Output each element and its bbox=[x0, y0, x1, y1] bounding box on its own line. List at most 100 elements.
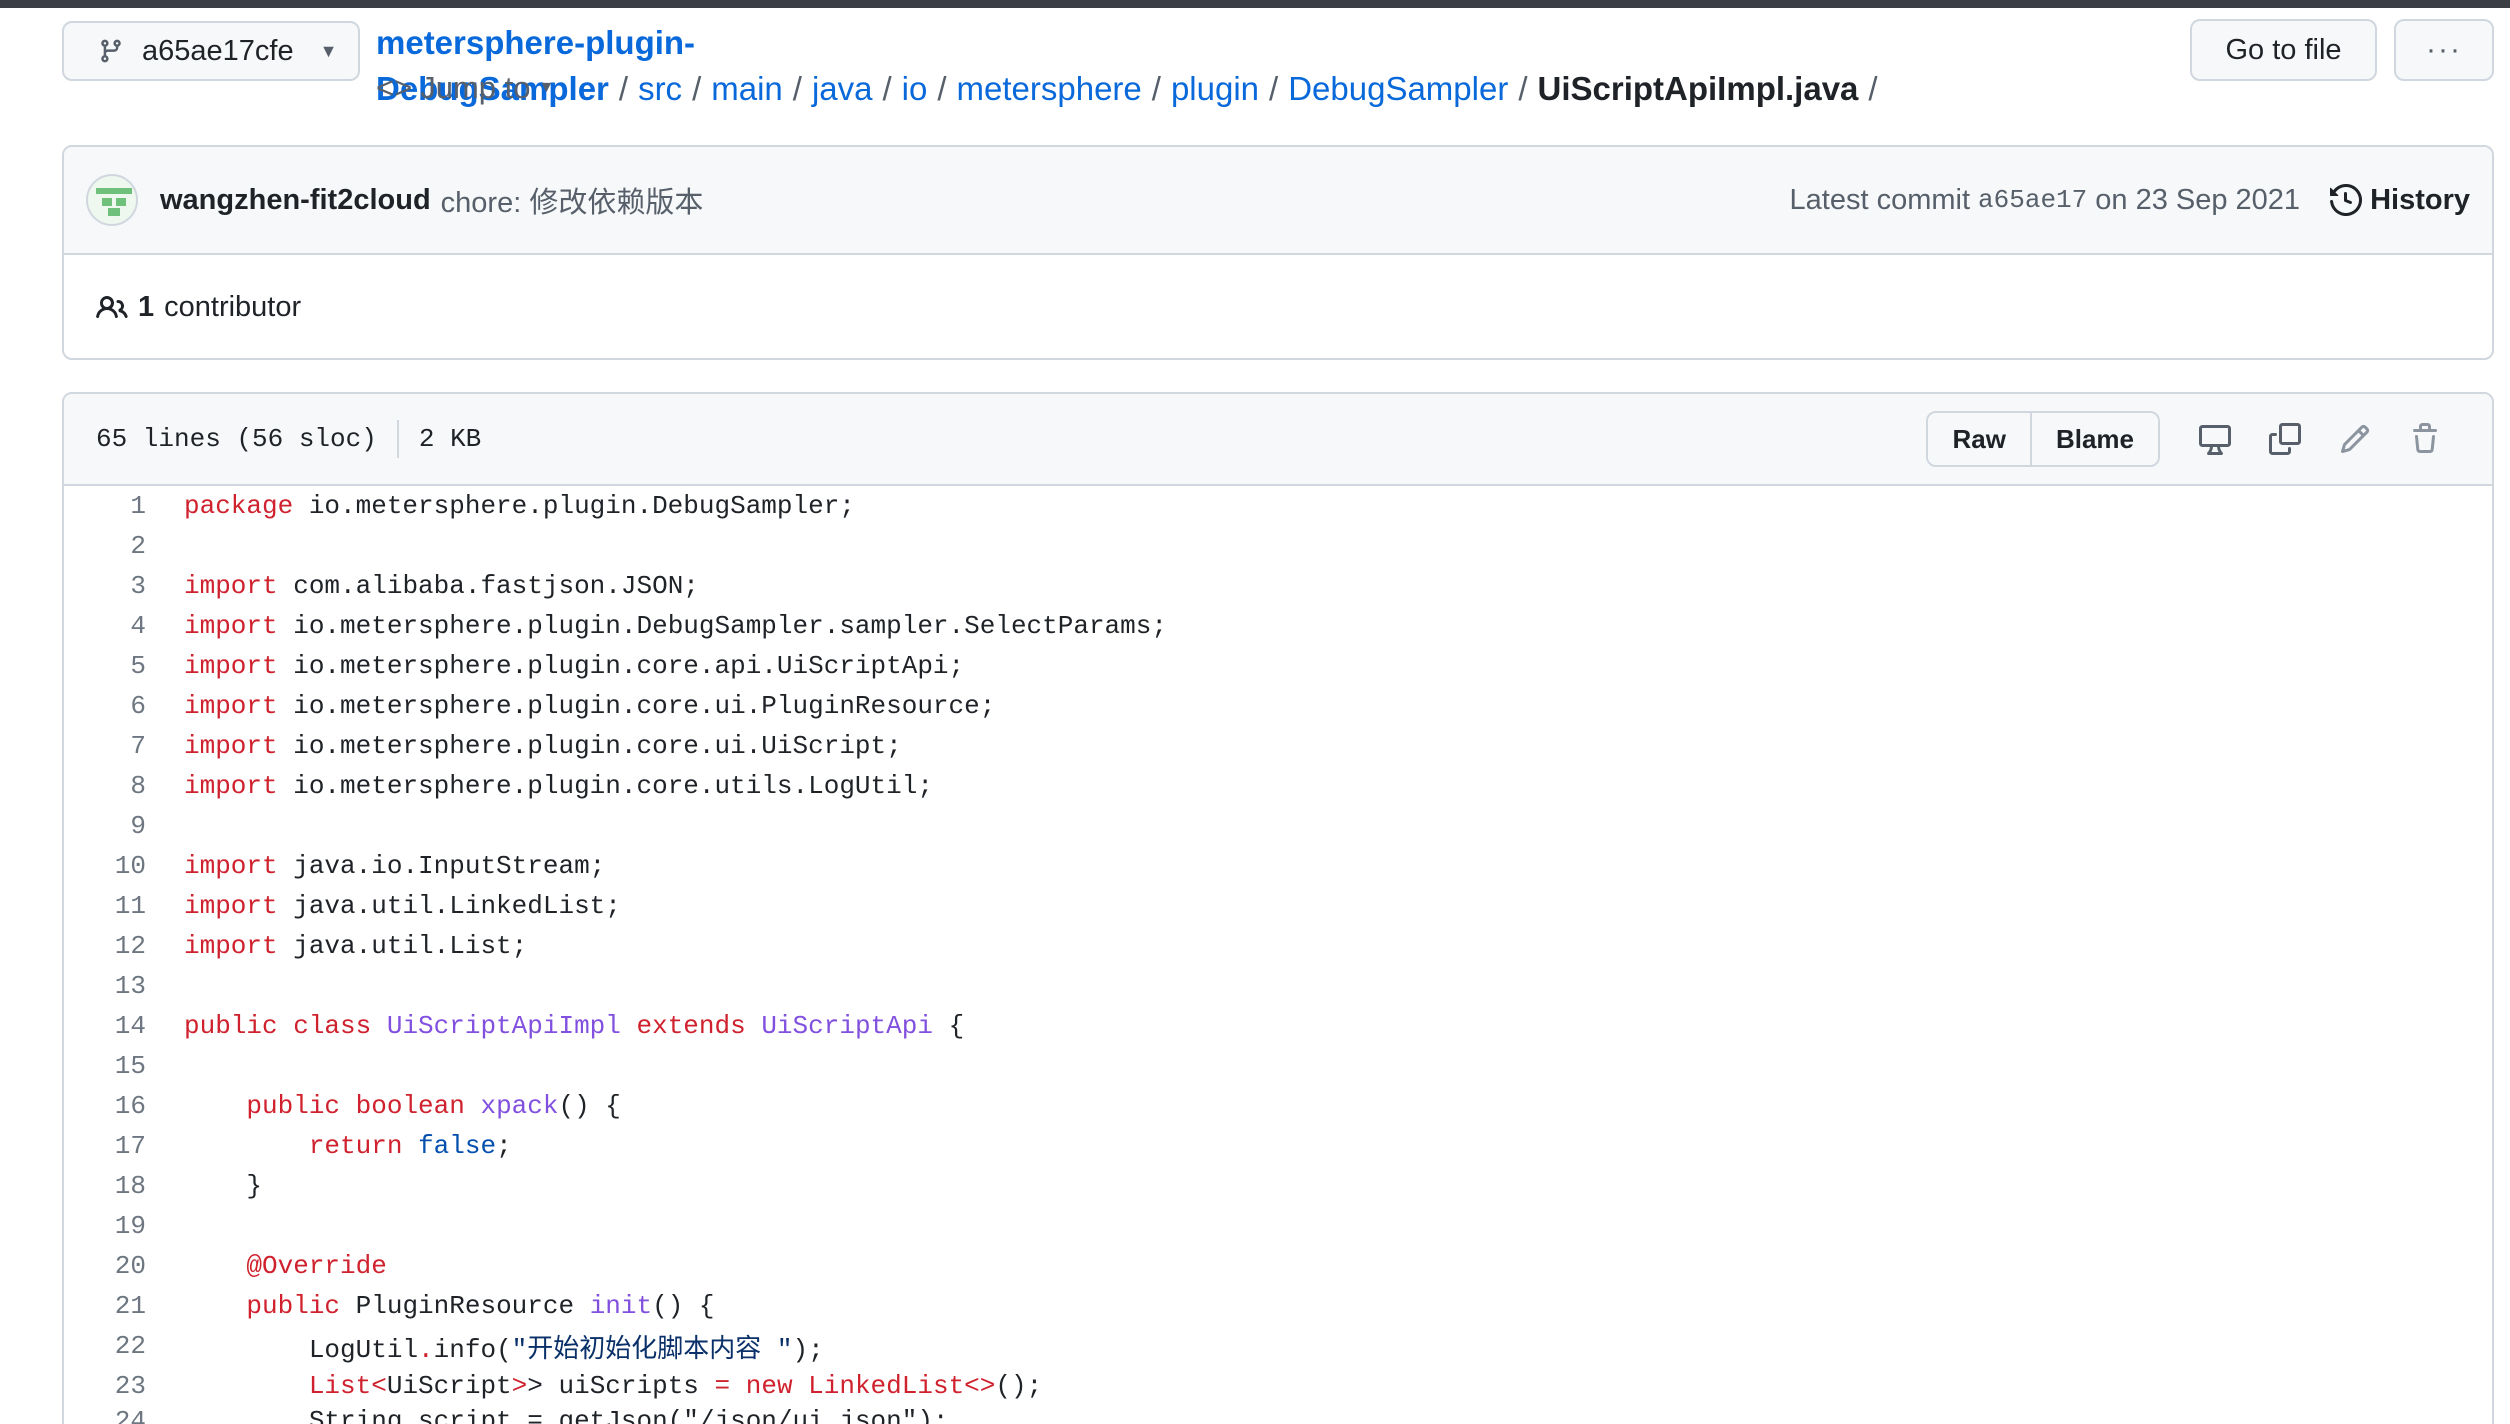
breadcrumb-separator: / bbox=[692, 70, 702, 107]
copy-button[interactable] bbox=[2250, 411, 2320, 467]
contributors-row[interactable]: 1 contributor bbox=[64, 255, 2492, 358]
code-view[interactable]: 1 package io.metersphere.plugin.DebugSamp… bbox=[64, 486, 2492, 1424]
jump-to-dropdown[interactable]: <> Jump to ▼ bbox=[376, 70, 554, 106]
breadcrumb-link-io[interactable]: io bbox=[902, 70, 928, 107]
code-line: 23 List<UiScript>> uiScripts = new Linke… bbox=[64, 1366, 2492, 1406]
desktop-open-button[interactable] bbox=[2180, 411, 2250, 467]
line-number[interactable]: 18 bbox=[64, 1171, 146, 1201]
latest-commit-label: Latest commit bbox=[1789, 183, 1971, 216]
line-number[interactable]: 7 bbox=[64, 731, 146, 761]
more-options-button[interactable]: ··· bbox=[2394, 19, 2494, 81]
code-content: @Override bbox=[246, 1251, 387, 1281]
line-number[interactable]: 13 bbox=[64, 971, 146, 1001]
line-number[interactable]: 4 bbox=[64, 611, 146, 641]
code-content: import java.io.InputStream; bbox=[184, 851, 606, 881]
code-line: 3 import com.alibaba.fastjson.JSON; bbox=[64, 566, 2492, 606]
avatar[interactable] bbox=[86, 174, 138, 226]
delete-button[interactable] bbox=[2390, 411, 2460, 467]
commit-meta: Latest commit a65ae17 on 23 Sep 2021 His… bbox=[1790, 184, 2470, 217]
line-number[interactable]: 15 bbox=[64, 1051, 146, 1081]
code-content: import java.util.List; bbox=[184, 931, 528, 961]
line-number[interactable]: 16 bbox=[64, 1091, 146, 1121]
code-content: } bbox=[246, 1171, 263, 1201]
code-content: List<UiScript>> uiScripts = new LinkedLi… bbox=[308, 1371, 1043, 1401]
line-number[interactable]: 20 bbox=[64, 1251, 146, 1281]
chevron-down-icon: ▼ bbox=[538, 79, 555, 96]
edit-button[interactable] bbox=[2320, 411, 2390, 467]
go-to-file-button[interactable]: Go to file bbox=[2190, 19, 2377, 81]
line-number[interactable]: 3 bbox=[64, 571, 146, 601]
contributor-count: 1 bbox=[138, 291, 155, 323]
breadcrumb-separator: / bbox=[792, 70, 802, 107]
code-line: 15 bbox=[64, 1046, 2492, 1086]
line-number[interactable]: 5 bbox=[64, 651, 146, 681]
jump-to-label: Jump to bbox=[420, 70, 531, 105]
code-content: public boolean xpack() { bbox=[246, 1091, 621, 1121]
code-content: import io.metersphere.plugin.core.ui.UiS… bbox=[184, 731, 902, 761]
branch-selector-button[interactable]: a65ae17cfe ▼ bbox=[62, 21, 360, 81]
line-number[interactable]: 11 bbox=[64, 891, 146, 921]
people-icon bbox=[96, 295, 128, 318]
line-number[interactable]: 22 bbox=[64, 1331, 146, 1361]
code-line: 10 import java.io.InputStream; bbox=[64, 846, 2492, 886]
code-content: String script = getJson("/json/ui.json")… bbox=[308, 1406, 949, 1424]
breadcrumb-separator: / bbox=[882, 70, 892, 107]
history-icon bbox=[2330, 184, 2363, 216]
file-size: 2 KB bbox=[418, 424, 482, 454]
file-view: 65 lines (56 sloc) 2 KB Raw Blame 1 packa… bbox=[62, 392, 2494, 1424]
header-divider bbox=[396, 420, 399, 458]
code-content: import io.metersphere.plugin.core.api.Ui… bbox=[184, 651, 965, 681]
line-number[interactable]: 14 bbox=[64, 1011, 146, 1041]
commit-date: on 23 Sep 2021 bbox=[2095, 183, 2301, 216]
breadcrumb-link-main[interactable]: main bbox=[711, 70, 783, 107]
line-number[interactable]: 23 bbox=[64, 1371, 146, 1401]
line-number[interactable]: 10 bbox=[64, 851, 146, 881]
code-content: public class UiScriptApiImpl extends UiS… bbox=[184, 1011, 965, 1041]
pencil-icon bbox=[2340, 424, 2370, 454]
code-line: 1 package io.metersphere.plugin.DebugSamp… bbox=[64, 486, 2492, 526]
code-brackets-icon: <> bbox=[376, 70, 413, 105]
breadcrumb: metersphere-plugin-DebugSampler / src / main… bbox=[376, 20, 2176, 112]
breadcrumb-link-plugin[interactable]: plugin bbox=[1171, 70, 1259, 107]
code-line: 21 public PluginResource init() { bbox=[64, 1286, 2492, 1326]
line-number[interactable]: 8 bbox=[64, 771, 146, 801]
breadcrumb-separator: / bbox=[618, 70, 629, 107]
code-line: 5 import io.metersphere.plugin.core.api.U… bbox=[64, 646, 2492, 686]
line-number[interactable]: 19 bbox=[64, 1211, 146, 1241]
commit-message-link[interactable]: chore: 修改依赖版本 bbox=[441, 179, 704, 221]
breadcrumb-link-metersphere[interactable]: metersphere bbox=[957, 70, 1142, 107]
latest-commit-box: wangzhen-fit2cloud chore: 修改依赖版本 Latest … bbox=[62, 145, 2494, 360]
breadcrumb-link-debugsampler[interactable]: DebugSampler bbox=[1288, 70, 1508, 107]
top-edge-bar bbox=[0, 0, 2510, 8]
line-number[interactable]: 24 bbox=[64, 1406, 146, 1424]
breadcrumb-separator: / bbox=[1269, 70, 1279, 107]
history-label: History bbox=[2370, 183, 2470, 216]
blame-button[interactable]: Blame bbox=[2029, 413, 2158, 465]
breadcrumb-link-java[interactable]: java bbox=[812, 70, 873, 107]
raw-button[interactable]: Raw bbox=[1928, 413, 2030, 465]
line-number[interactable]: 12 bbox=[64, 931, 146, 961]
code-line: 17 return false; bbox=[64, 1126, 2492, 1166]
code-content: import java.util.LinkedList; bbox=[184, 891, 621, 921]
contributor-label: contributor bbox=[164, 291, 302, 323]
history-link[interactable]: History bbox=[2330, 184, 2470, 217]
code-line: 19 bbox=[64, 1206, 2492, 1246]
code-line: 14 public class UiScriptApiImpl extends U… bbox=[64, 1006, 2492, 1046]
raw-blame-group: Raw Blame bbox=[1926, 411, 2160, 467]
code-line: 22 LogUtil.info("开始初始化脚本内容 "); bbox=[64, 1326, 2492, 1366]
code-line: 20 @Override bbox=[64, 1246, 2492, 1286]
line-number[interactable]: 9 bbox=[64, 811, 146, 841]
commit-author-link[interactable]: wangzhen-fit2cloud bbox=[160, 184, 431, 217]
code-content: return false; bbox=[308, 1131, 512, 1161]
line-number[interactable]: 6 bbox=[64, 691, 146, 721]
line-number[interactable]: 1 bbox=[64, 491, 146, 521]
copy-icon bbox=[2269, 423, 2301, 455]
line-number[interactable]: 17 bbox=[64, 1131, 146, 1161]
code-line: 13 bbox=[64, 966, 2492, 1006]
line-number[interactable]: 21 bbox=[64, 1291, 146, 1321]
breadcrumb-separator: / bbox=[1151, 70, 1161, 107]
breadcrumb-link-src[interactable]: src bbox=[638, 70, 682, 107]
line-number[interactable]: 2 bbox=[64, 531, 146, 561]
code-content: import io.metersphere.plugin.DebugSample… bbox=[184, 611, 1167, 641]
commit-sha-link[interactable]: a65ae17 bbox=[1978, 185, 2087, 215]
